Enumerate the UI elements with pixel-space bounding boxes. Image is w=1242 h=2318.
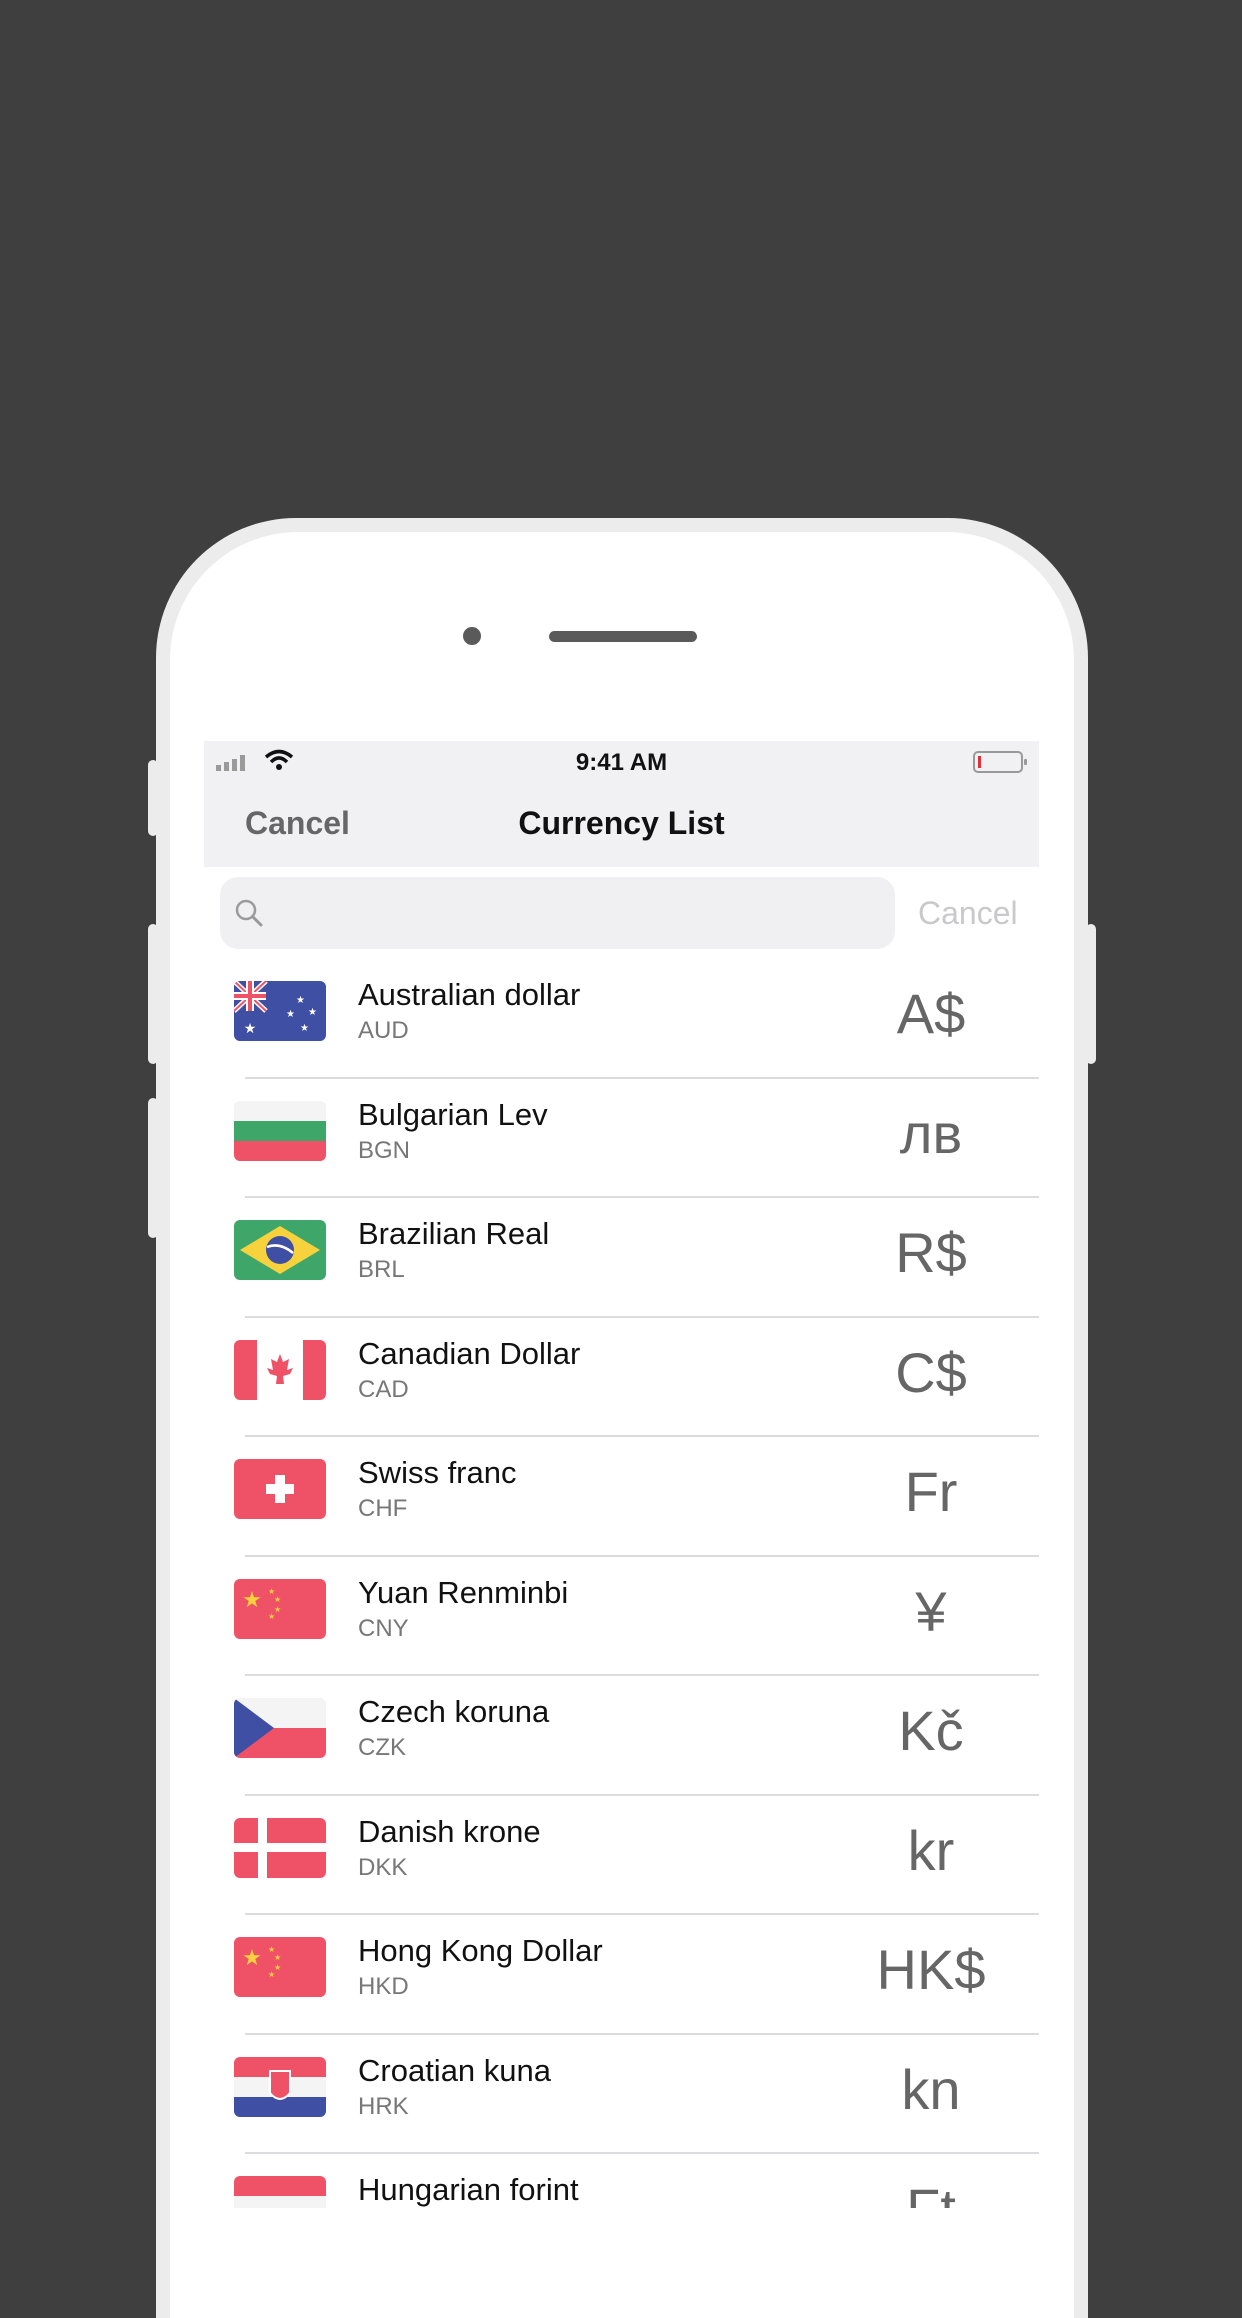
currency-row-cad[interactable]: Canadian Dollar CAD C$ [204,1318,1039,1437]
mute-switch [148,760,158,836]
currency-symbol: Fr [904,1460,958,1523]
svg-text:★: ★ [274,1595,281,1604]
front-camera [463,627,481,645]
currency-code: CAD [358,1375,409,1403]
currency-code: CHF [358,1495,408,1522]
currency-name: Swiss franc [358,1455,517,1490]
currency-name: Yuan Renminbi [358,1574,569,1610]
currency-symbol: Kč [898,1699,964,1762]
currency-symbol: ¥ [915,1579,947,1643]
currency-code: BGN [358,1136,411,1164]
volume-down-button [148,1098,158,1238]
svg-text:★: ★ [300,1023,309,1034]
search-cancel-button[interactable]: Cancel [918,895,1018,932]
svg-text:★: ★ [274,1953,281,1962]
svg-text:★: ★ [268,1970,275,1979]
svg-text:★: ★ [296,995,305,1006]
currency-name: Canadian Dollar [358,1335,581,1371]
currency-row-chf[interactable]: Swiss franc CHF Fr [204,1437,1039,1557]
switzerland-flag-icon [234,1459,326,1519]
status-time: 9:41 AM [575,749,668,776]
china-flag-icon: ★ ★ ★ ★ ★ [234,1578,326,1639]
currency-name: Hungarian forint [358,2172,579,2207]
volume-up-button [148,924,158,1064]
currency-name: Hong Kong Dollar [358,1933,603,1968]
currency-symbol: A$ [896,982,966,1045]
earpiece-speaker [549,631,697,642]
currency-row-huf[interactable]: Hungarian forintHUFFt [204,2154,1039,2208]
navigation-bar: Cancel Currency List [204,781,1039,867]
croatia-flag-icon [234,2056,326,2117]
currency-row-brl[interactable]: Brazilian Real BRL R$ [204,1198,1039,1318]
svg-text:★: ★ [268,1612,275,1621]
currency-symbol: R$ [895,1221,967,1284]
czech-flag-icon [234,1698,326,1758]
currency-symbol: kr [907,1818,955,1882]
denmark-flag-icon [234,1817,326,1878]
currency-name: Danish krone [358,1813,541,1849]
australia-flag-icon: ★ ★ ★ ★ ★ [234,981,326,1041]
currency-row-dkk[interactable]: Danish krone DKK kr [204,1796,1039,1915]
currency-code: AUD [358,1017,409,1044]
status-bar: 9:41 AM [204,741,1039,781]
currency-list: ★ ★ ★ ★ ★ Australian dollar AUD A$ Bulgari… [204,959,1039,2208]
hungary-flag-icon [234,2176,326,2208]
brazil-flag-icon [234,1220,326,1280]
currency-code: BRL [358,1256,405,1283]
search-bar[interactable] [220,877,895,951]
china-flag-icon: ★ ★ ★ ★ ★ [234,1937,326,1997]
currency-name: Czech koruna [358,1694,550,1729]
currency-row-hrk[interactable]: Croatian kuna HRK kn [204,2035,1039,2154]
canada-flag-icon [234,1339,326,1400]
currency-row-hkd[interactable]: ★ ★ ★ ★ ★ Hong Kong Dollar HKD HK$ [204,1915,1039,2035]
currency-code: DKK [358,1853,408,1881]
currency-code: CNY [358,1614,409,1642]
search-input[interactable] [276,877,880,951]
currency-symbol: C$ [895,1340,967,1404]
page-title: Currency List [518,805,725,841]
currency-code: HRK [358,2092,409,2120]
currency-name: Brazilian Real [358,1216,550,1251]
svg-text:★: ★ [308,1007,317,1018]
svg-text:★: ★ [242,1946,262,1971]
currency-row-bgn[interactable]: Bulgarian Lev BGN лв [204,1079,1039,1198]
currency-code: HKD [358,1973,409,2000]
search-icon [235,899,263,927]
power-button [1086,924,1096,1064]
currency-name: Australian dollar [358,977,581,1012]
svg-text:★: ★ [286,1009,295,1020]
currency-row-cny[interactable]: ★ ★ ★ ★ ★ Yuan Renminbi CNY ¥ [204,1557,1039,1676]
currency-symbol: kn [901,2057,961,2121]
currency-symbol: Ft [858,2176,1004,2208]
bulgaria-flag-icon [234,1100,326,1161]
svg-text:★: ★ [244,1021,257,1037]
currency-symbol: лв [899,1101,963,1165]
currency-name: Croatian kuna [358,2052,552,2088]
currency-row-aud[interactable]: ★ ★ ★ ★ ★ Australian dollar AUD A$ [204,959,1039,1079]
currency-code: CZK [358,1734,406,1761]
currency-row-czk[interactable]: Czech koruna CZK Kč [204,1676,1039,1796]
currency-symbol: HK$ [876,1938,986,2001]
svg-text:★: ★ [242,1588,262,1613]
currency-name: Bulgarian Lev [358,1096,548,1132]
screen: 9:41 AM Cancel Currency List Cancel ★ ★ … [204,741,1039,2208]
battery-icon [973,751,1027,773]
